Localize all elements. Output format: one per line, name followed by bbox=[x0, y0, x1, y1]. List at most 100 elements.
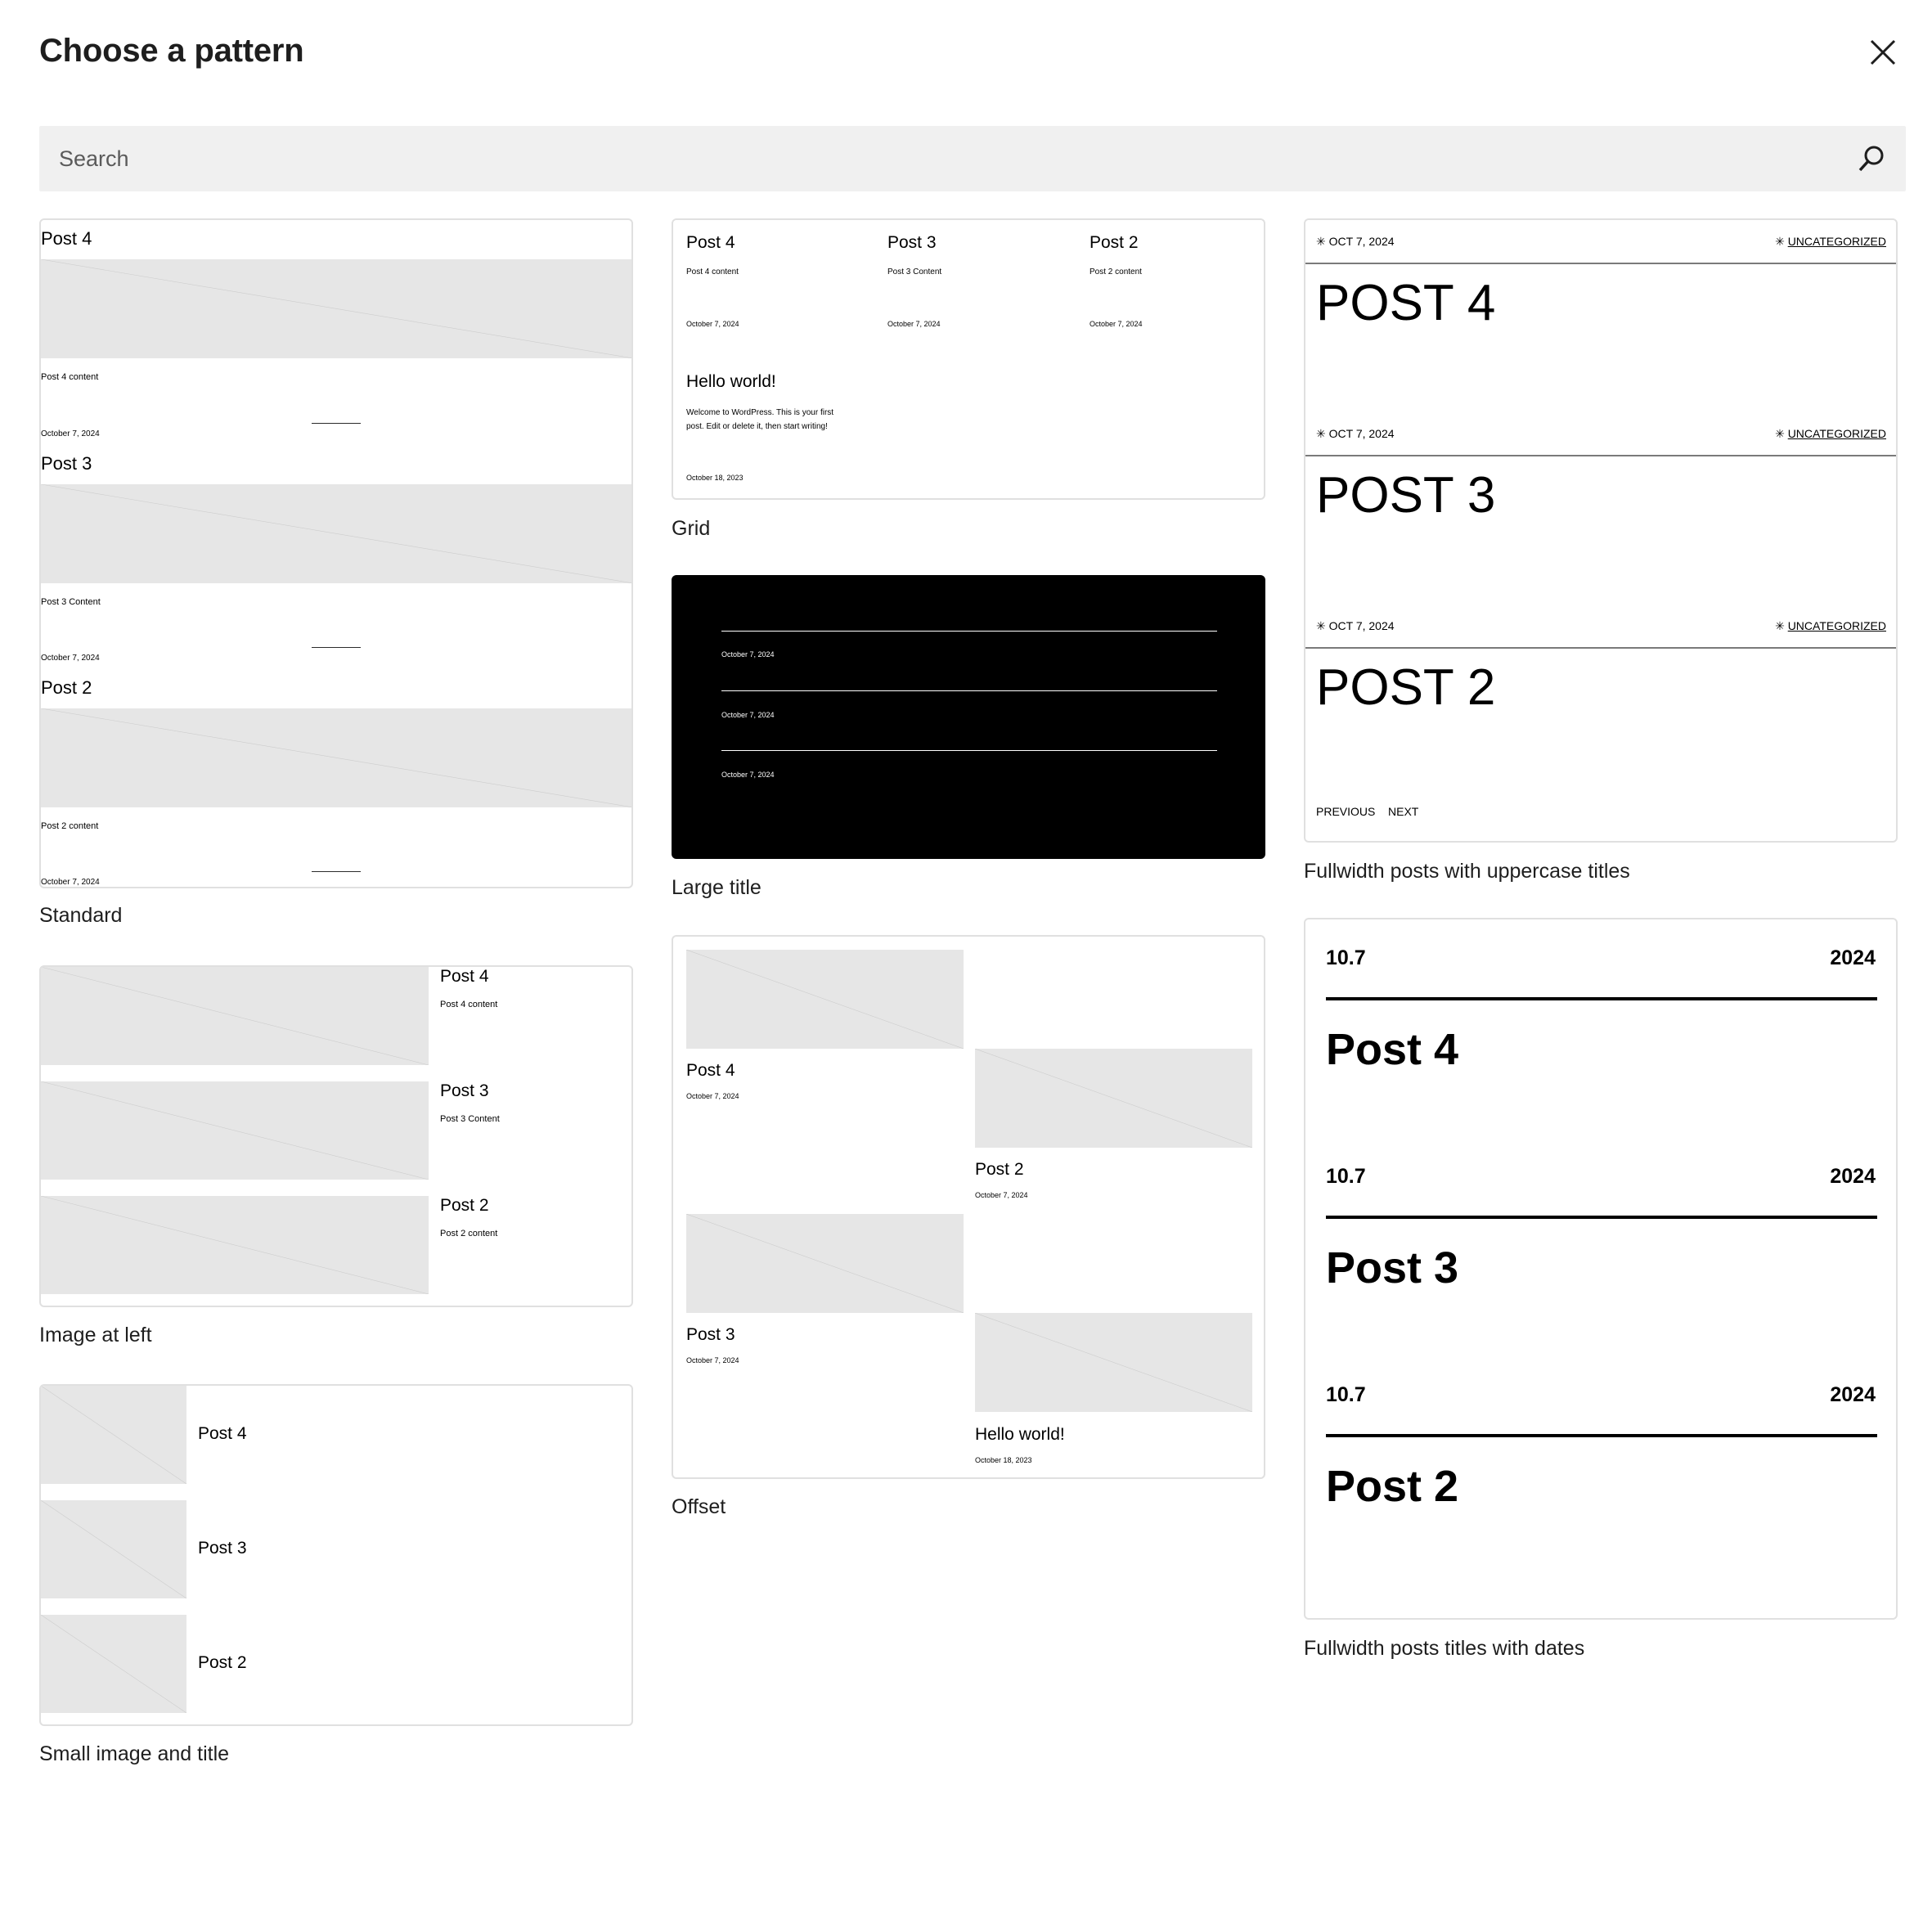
next-link[interactable]: NEXT bbox=[1388, 805, 1418, 818]
post-content: Post 4 content bbox=[440, 1000, 498, 1009]
pattern-grid[interactable]: Post 4 Post 4 content October 7, 2024 Po… bbox=[672, 218, 1265, 500]
post-title: POST 3 bbox=[1316, 467, 1496, 524]
separator bbox=[721, 750, 1217, 751]
separator bbox=[1305, 263, 1896, 264]
post-title: Post 3 bbox=[198, 1539, 247, 1558]
pattern-label-grid: Grid bbox=[672, 517, 711, 540]
post-category[interactable]: ✳ UNCATEGORIZED bbox=[1775, 427, 1886, 441]
post-date: October 7, 2024 bbox=[41, 654, 100, 663]
post-content: Post 2 content bbox=[41, 821, 99, 831]
image-placeholder bbox=[41, 484, 631, 583]
pattern-label-offset: Offset bbox=[672, 1495, 726, 1518]
post-content: Post 2 content bbox=[1090, 267, 1142, 276]
post-category[interactable]: ✳ UNCATEGORIZED bbox=[1775, 235, 1886, 249]
post-title: Post 3 bbox=[41, 453, 92, 474]
pattern-label-large-title: Large title bbox=[672, 876, 762, 899]
pattern-fullwidth-uppercase[interactable]: ✳ OCT 7, 2024 ✳ UNCATEGORIZED POST 4 ✳ O… bbox=[1304, 218, 1898, 843]
post-content: Post 2 content bbox=[440, 1229, 498, 1238]
post-date: October 7, 2024 bbox=[686, 1092, 739, 1100]
search-input[interactable] bbox=[39, 126, 1839, 191]
separator bbox=[1326, 1216, 1877, 1219]
image-placeholder bbox=[41, 967, 429, 1065]
post-date: ✳ OCT 7, 2024 bbox=[1316, 619, 1395, 632]
image-placeholder bbox=[41, 1500, 186, 1598]
post-title: Post 2 bbox=[440, 1196, 489, 1215]
separator bbox=[1305, 647, 1896, 649]
post-date: October 18, 2023 bbox=[686, 474, 744, 482]
post-category[interactable]: ✳ UNCATEGORIZED bbox=[1775, 619, 1886, 633]
post-date: October 7, 2024 bbox=[721, 771, 775, 779]
post-date: ✳ OCT 7, 2024 bbox=[1316, 235, 1395, 248]
separator bbox=[1326, 997, 1877, 1000]
post-title: Post 4 bbox=[1326, 1025, 1459, 1074]
image-placeholder bbox=[686, 950, 964, 1049]
post-day: 10.7 bbox=[1326, 946, 1366, 969]
post-title: Post 2 bbox=[41, 677, 92, 698]
post-title: Hello world! bbox=[975, 1425, 1065, 1444]
image-placeholder bbox=[41, 708, 631, 807]
close-icon bbox=[1870, 39, 1896, 65]
post-date: ✳ OCT 7, 2024 bbox=[1316, 427, 1395, 440]
search-icon[interactable] bbox=[1855, 142, 1888, 175]
asterisk-icon: ✳ bbox=[1316, 235, 1326, 248]
pattern-small-image-and-title[interactable]: Post 4 Post 3 Post 2 bbox=[39, 1384, 633, 1726]
post-title: Post 3 bbox=[440, 1081, 489, 1100]
asterisk-icon: ✳ bbox=[1316, 427, 1326, 440]
pattern-label-fullwidth-dates: Fullwidth posts titles with dates bbox=[1304, 1637, 1585, 1660]
previous-link[interactable]: PREVIOUS bbox=[1316, 805, 1375, 818]
separator bbox=[721, 690, 1217, 691]
image-placeholder bbox=[975, 1313, 1252, 1412]
post-date: October 7, 2024 bbox=[975, 1191, 1028, 1199]
post-title: Post 4 bbox=[686, 233, 735, 252]
separator bbox=[1305, 455, 1896, 456]
post-title: Hello world! bbox=[686, 372, 776, 391]
post-year: 2024 bbox=[1830, 946, 1876, 969]
image-placeholder bbox=[41, 259, 631, 358]
pattern-offset[interactable]: Post 4 October 7, 2024 Post 2 October 7,… bbox=[672, 935, 1265, 1479]
pattern-label-image-at-left: Image at left bbox=[39, 1324, 152, 1346]
post-title: Post 3 bbox=[686, 1325, 735, 1344]
post-title: Post 4 bbox=[686, 1061, 735, 1080]
post-content: Post 3 Content bbox=[41, 597, 101, 607]
asterisk-icon: ✳ bbox=[1775, 427, 1785, 440]
post-title: Post 4 bbox=[41, 228, 92, 249]
post-content: Post 3 Content bbox=[887, 267, 942, 276]
post-date: October 18, 2023 bbox=[975, 1456, 1032, 1464]
post-title: Post 2 bbox=[198, 1653, 247, 1672]
pattern-large-title[interactable]: October 7, 2024 October 7, 2024 October … bbox=[672, 575, 1265, 859]
separator bbox=[1326, 1434, 1877, 1437]
post-day: 10.7 bbox=[1326, 1165, 1366, 1188]
post-title: POST 2 bbox=[1316, 659, 1496, 716]
post-title: Post 4 bbox=[440, 967, 489, 986]
post-date: October 7, 2024 bbox=[887, 320, 941, 328]
image-placeholder bbox=[41, 1081, 429, 1180]
post-date: October 7, 2024 bbox=[686, 1356, 739, 1364]
pattern-fullwidth-dates[interactable]: 10.7 2024 Post 4 10.7 2024 Post 3 10.7 2… bbox=[1304, 918, 1898, 1620]
separator bbox=[312, 423, 361, 424]
post-year: 2024 bbox=[1830, 1383, 1876, 1406]
image-placeholder bbox=[975, 1049, 1252, 1148]
post-title: Post 3 bbox=[1326, 1243, 1459, 1292]
post-content: Welcome to WordPress. This is your first bbox=[686, 408, 834, 417]
post-title: POST 4 bbox=[1316, 275, 1496, 331]
post-title: Post 3 bbox=[887, 233, 937, 252]
pattern-standard[interactable]: Post 4 Post 4 content October 7, 2024 Po… bbox=[39, 218, 633, 888]
pattern-label-standard: Standard bbox=[39, 904, 123, 927]
asterisk-icon: ✳ bbox=[1316, 619, 1326, 632]
separator bbox=[312, 647, 361, 648]
asterisk-icon: ✳ bbox=[1775, 235, 1785, 248]
image-placeholder bbox=[686, 1214, 964, 1313]
asterisk-icon: ✳ bbox=[1775, 619, 1785, 632]
pattern-image-at-left[interactable]: Post 4 Post 4 content Post 3 Post 3 Cont… bbox=[39, 965, 633, 1307]
modal-title: Choose a pattern bbox=[39, 33, 304, 69]
image-placeholder bbox=[41, 1386, 186, 1484]
separator bbox=[721, 631, 1217, 632]
search-bar bbox=[39, 126, 1906, 191]
post-date: October 7, 2024 bbox=[721, 711, 775, 719]
post-title: Post 2 bbox=[1326, 1462, 1459, 1511]
post-date: October 7, 2024 bbox=[41, 878, 100, 887]
post-content: Post 3 Content bbox=[440, 1114, 500, 1124]
post-content: post. Edit or delete it, then start writ… bbox=[686, 422, 828, 431]
post-title: Post 4 bbox=[198, 1424, 247, 1443]
close-button[interactable] bbox=[1865, 34, 1901, 70]
